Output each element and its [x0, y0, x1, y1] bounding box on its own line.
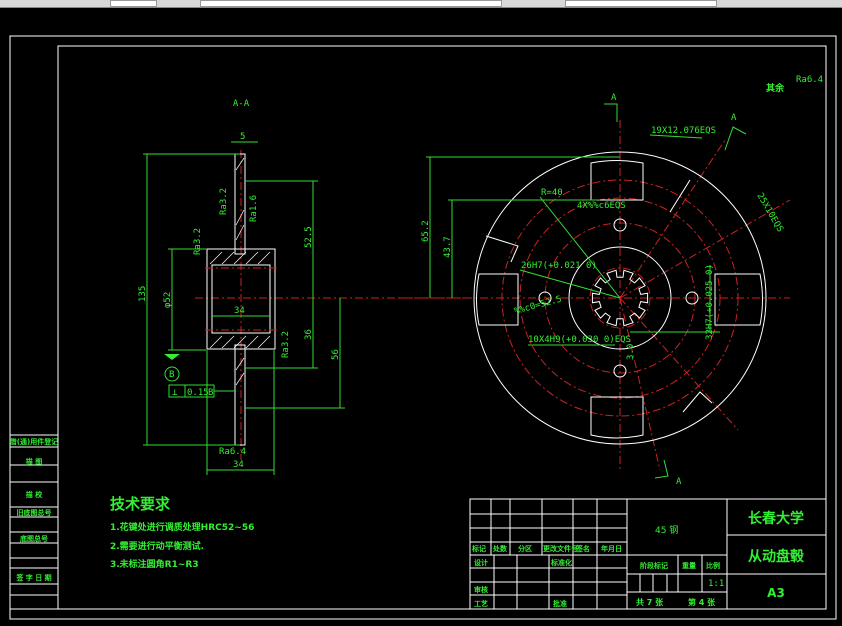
slot: [476, 273, 519, 326]
section-view-a-a[interactable]: A-A 135 φ52 5 52.5 36 56 34 34 Ra3.2 Ra1…: [138, 99, 470, 475]
strip-label: 签 字 日 期: [15, 573, 51, 582]
dim-slot-2: 25X10EQS: [754, 192, 784, 235]
section-title: A-A: [233, 99, 250, 109]
label-scale: 比例: [706, 561, 720, 570]
tolerance-value: 0.15: [187, 388, 209, 398]
roughness-symbol: Ra3.2: [219, 188, 229, 215]
roughness-symbol: Ra3.2: [281, 331, 291, 358]
roughness-symbol: Ra6.4: [219, 447, 246, 457]
header-change-doc: 更改文件号: [543, 544, 578, 553]
sheet-number: 第 4 张: [688, 597, 716, 607]
header-sign: 签名: [575, 544, 590, 553]
roughness-symbol: Ra3.2: [193, 228, 203, 255]
label-review: 审核: [474, 585, 488, 594]
header-date: 年月日: [601, 544, 622, 553]
total-sheets: 共 7 张: [636, 597, 664, 607]
dim-5: 5: [240, 132, 245, 142]
scale-value: 1:1: [708, 579, 724, 589]
tech-title: 技术要求: [110, 495, 171, 513]
section-mark-right: A: [731, 113, 737, 123]
dim-43-7: 43.7: [443, 236, 453, 258]
title-block: 标记 处数 分区 更改文件号 签名 年月日 设计 标准化 审核 工艺 批准 阶段…: [469, 498, 827, 610]
strip-label: 旧底图总号: [17, 508, 52, 517]
dim-36: 36: [304, 329, 314, 340]
tolerance-datum: B: [208, 388, 213, 398]
other-roughness-value: Ra6.4: [796, 75, 823, 85]
dim-34-hub: 34: [233, 460, 244, 470]
dim-small: 3.0: [626, 344, 636, 360]
dim-radius: R=40: [541, 188, 563, 198]
label-standardize: 标准化: [550, 558, 572, 567]
label-stage-mark: 阶段标记: [640, 561, 668, 570]
strip-label: 借(通)用件登记: [9, 437, 58, 446]
slot: [714, 273, 763, 326]
label-process: 工艺: [474, 599, 488, 608]
label-weight: 重量: [682, 561, 696, 570]
roughness-symbol: Ra1.6: [249, 195, 259, 222]
strip-label: 描 校: [26, 490, 43, 499]
slot: [590, 160, 644, 201]
slot: [590, 396, 644, 439]
header-zone: 分区: [518, 544, 532, 553]
front-view[interactable]: 其余 Ra6.4 65.2 43.7 R=40 4X%%c6EQS 26H7(+…: [400, 75, 823, 487]
tech-item: 2.需要进行动平衡测试.: [110, 540, 204, 552]
school-name: 长春大学: [748, 510, 804, 527]
part-name: 从动盘毂: [748, 548, 805, 565]
tech-item: 1.花键处进行调质处理HRC52~56: [110, 521, 254, 533]
dim-65-2: 65.2: [421, 220, 431, 242]
left-strip: 借(通)用件登记 描 图 描 校 旧底图总号 底图总号 签 字 日 期: [9, 434, 59, 610]
label-approve: 批准: [553, 599, 567, 608]
tech-item: 3.未标注圆角R1~R3: [110, 558, 199, 570]
other-roughness-label: 其余: [766, 82, 785, 94]
sheet-size: A3: [767, 586, 785, 600]
strip-label: 底图总号: [20, 534, 48, 543]
header-mark: 标记: [471, 544, 486, 553]
section-mark-top: A: [611, 93, 617, 103]
dim-spline: 10X4H9(+0.030 0)EQS: [528, 335, 631, 345]
dim-34-bore: 34: [234, 306, 245, 316]
strip-label: 描 图: [26, 457, 42, 466]
drawing-canvas[interactable]: 借(通)用件登记 描 图 描 校 旧底图总号 底图总号 签 字 日 期 A-A …: [0, 0, 842, 626]
datum-label: B: [169, 370, 174, 380]
tolerance-symbol: ⊥: [172, 388, 178, 398]
header-count: 处数: [492, 544, 508, 553]
datum-triangle: [164, 354, 180, 360]
dim-135: 135: [138, 286, 148, 302]
dim-pcd: %%c0=52.5: [513, 295, 563, 317]
dim-bore: 26H7(+0.021 0): [521, 261, 597, 271]
dim-holes: 4X%%c6EQS: [577, 201, 626, 211]
label-design: 设计: [474, 558, 488, 567]
dim-56: 56: [331, 349, 341, 360]
technical-requirements: 技术要求 1.花键处进行调质处理HRC52~56 2.需要进行动平衡测试. 3.…: [110, 495, 254, 570]
dim-slot-1: 19X12.076EQS: [651, 126, 716, 136]
material: 45 钢: [655, 524, 678, 536]
dim-phi52: φ52: [163, 292, 173, 308]
dim-52-5: 52.5: [304, 226, 314, 248]
section-mark-bottom: A: [676, 477, 682, 487]
